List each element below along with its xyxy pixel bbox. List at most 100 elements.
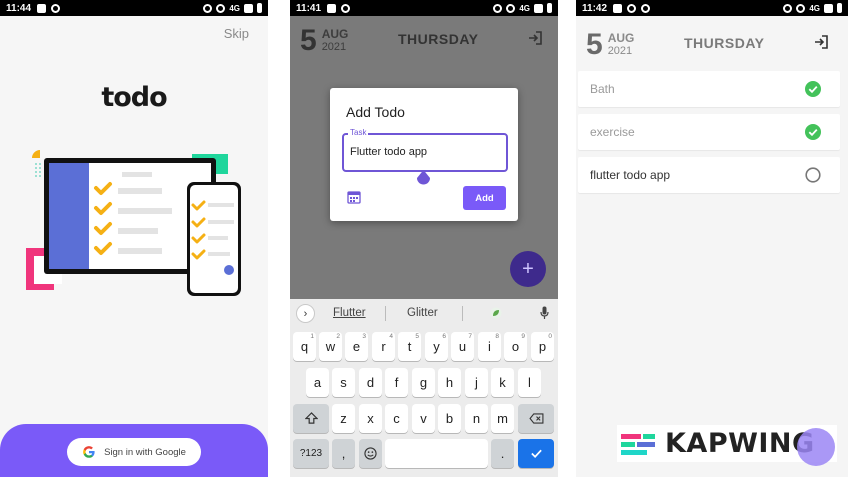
- header-date: 5 AUG 2021: [586, 28, 634, 62]
- key-l[interactable]: l: [518, 368, 541, 397]
- key-s[interactable]: s: [332, 368, 355, 397]
- logout-icon[interactable]: [814, 35, 828, 49]
- header-weekday: THURSDAY: [398, 31, 479, 47]
- shift-icon: [304, 412, 318, 424]
- key-d[interactable]: d: [359, 368, 382, 397]
- suggestion-1[interactable]: Flutter: [333, 307, 366, 319]
- key-h[interactable]: h: [438, 368, 461, 397]
- status-time: 11:44: [6, 2, 32, 14]
- key-w[interactable]: w2: [319, 332, 342, 361]
- todo-text: flutter todo app: [590, 168, 671, 182]
- leaf-emoji-icon[interactable]: [490, 307, 502, 319]
- period-key[interactable]: .: [491, 439, 514, 468]
- task-input-label: Task: [348, 128, 369, 137]
- unchecked-icon[interactable]: [805, 167, 821, 183]
- kapwing-text: KAPWING: [665, 428, 815, 459]
- status-time: 11:41: [296, 2, 322, 14]
- header-year: 2021: [321, 41, 347, 53]
- todo-logo: todo: [101, 82, 167, 113]
- key-z[interactable]: z: [332, 404, 355, 433]
- comma-key[interactable]: ,: [332, 439, 355, 468]
- header-date: 5 AUG 2021: [300, 24, 348, 58]
- alarm-icon: [203, 3, 213, 13]
- header-day: 5: [586, 28, 603, 61]
- backspace-icon: [528, 413, 543, 424]
- header-month: AUG: [321, 27, 349, 41]
- key-t[interactable]: t5: [398, 332, 421, 361]
- key-o[interactable]: o9: [504, 332, 527, 361]
- checked-icon[interactable]: [805, 124, 821, 140]
- network-label: 4G: [519, 3, 530, 13]
- key-j[interactable]: j: [465, 368, 488, 397]
- onboarding-screen: 11:44 4G Skip todo Sign in with Google: [0, 0, 268, 477]
- google-sign-in-button[interactable]: Sign in with Google: [67, 438, 201, 466]
- alarm-icon: [493, 3, 503, 13]
- dnd-icon: [506, 3, 516, 13]
- alarm-icon: [783, 3, 793, 13]
- key-u[interactable]: u7: [451, 332, 474, 361]
- signal-icon: [534, 3, 543, 13]
- suggestion-bar: › Flutter Glitter: [290, 299, 558, 328]
- suggestion-2[interactable]: Glitter: [407, 307, 438, 319]
- add-todo-fab[interactable]: +: [510, 251, 546, 287]
- sync-icon: [641, 3, 651, 13]
- task-input[interactable]: Task Flutter todo app: [342, 128, 508, 172]
- key-y[interactable]: y6: [425, 332, 448, 361]
- enter-key[interactable]: [518, 439, 554, 468]
- key-e[interactable]: e3: [345, 332, 368, 361]
- dialog-title: Add Todo: [346, 104, 405, 120]
- key-q[interactable]: q1: [293, 332, 316, 361]
- sync-icon: [51, 3, 61, 13]
- network-label: 4G: [809, 3, 820, 13]
- checkmark-icon: [530, 449, 542, 458]
- space-key[interactable]: [385, 439, 488, 468]
- todo-list-screen: 11:42 4G 5 AUG 2021 THURSDAY Bath exerci…: [576, 0, 848, 477]
- add-button[interactable]: Add: [463, 186, 506, 210]
- key-n[interactable]: n: [465, 404, 488, 433]
- todo-item[interactable]: flutter todo app: [578, 157, 840, 193]
- kapwing-bubble: [797, 428, 835, 466]
- kapwing-logo-icon: [621, 433, 655, 455]
- key-k[interactable]: k: [491, 368, 514, 397]
- key-i[interactable]: i8: [478, 332, 501, 361]
- battery-icon: [547, 3, 552, 13]
- skip-button[interactable]: Skip: [224, 26, 249, 41]
- todo-item[interactable]: Bath: [578, 71, 840, 107]
- todo-text: exercise: [590, 125, 635, 139]
- key-g[interactable]: g: [412, 368, 435, 397]
- dnd-icon: [796, 3, 806, 13]
- key-v[interactable]: v: [412, 404, 435, 433]
- header-year: 2021: [607, 45, 633, 57]
- backspace-key[interactable]: [518, 404, 554, 433]
- checked-icon[interactable]: [805, 81, 821, 97]
- key-m[interactable]: m: [491, 404, 514, 433]
- google-button-label: Sign in with Google: [104, 446, 186, 458]
- key-x[interactable]: x: [359, 404, 382, 433]
- devices-illustration: [26, 150, 241, 296]
- add-todo-screen: 11:41 4G 5 AUG 2021 THURSDAY Add Todo Ta…: [290, 0, 558, 477]
- header-day: 5: [300, 24, 317, 57]
- shift-key[interactable]: [293, 404, 329, 433]
- key-c[interactable]: c: [385, 404, 408, 433]
- symbols-key[interactable]: ?123: [293, 439, 329, 468]
- todo-text: Bath: [590, 82, 615, 96]
- key-f[interactable]: f: [385, 368, 408, 397]
- todo-item[interactable]: exercise: [578, 114, 840, 150]
- mic-icon[interactable]: [540, 306, 549, 320]
- key-a[interactable]: a: [306, 368, 329, 397]
- header-month: AUG: [607, 31, 635, 45]
- status-bar: 11:41 4G: [290, 0, 558, 16]
- emoji-key[interactable]: [359, 439, 382, 468]
- key-r[interactable]: r4: [372, 332, 395, 361]
- logout-icon[interactable]: [528, 31, 542, 45]
- text-cursor-handle[interactable]: [416, 170, 431, 186]
- notification-icon: [613, 3, 623, 13]
- signal-icon: [824, 3, 833, 13]
- task-input-value: Flutter todo app: [350, 146, 428, 158]
- plus-icon: +: [522, 257, 534, 280]
- key-b[interactable]: b: [438, 404, 461, 433]
- battery-icon: [257, 3, 262, 13]
- expand-icon[interactable]: ›: [296, 304, 315, 323]
- key-p[interactable]: p0: [531, 332, 554, 361]
- calendar-icon[interactable]: [347, 190, 361, 204]
